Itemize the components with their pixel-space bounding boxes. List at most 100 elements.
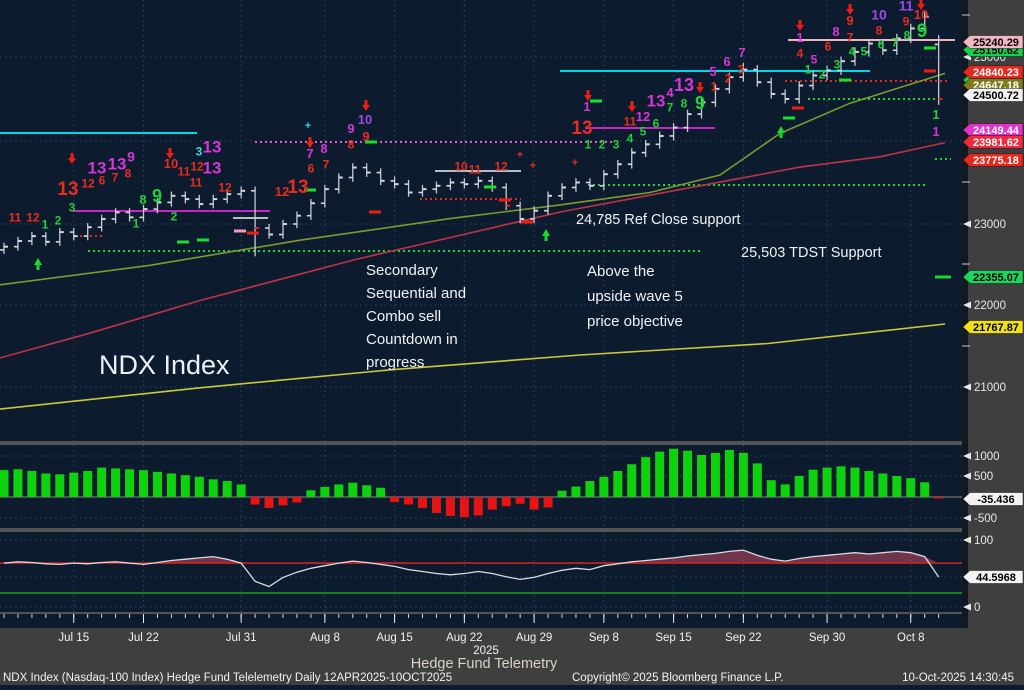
footer-timestamp: 10-Oct-2025 14:30:45 (902, 672, 1014, 684)
bloomberg-chart-window: 1112123131267813139891210111231313111212… (0, 0, 1024, 690)
svg-text:6: 6 (878, 38, 885, 52)
svg-text:-35.436: -35.436 (977, 494, 1014, 506)
svg-text:12: 12 (26, 211, 40, 225)
svg-text:7: 7 (847, 31, 854, 45)
svg-text:+: + (530, 160, 536, 172)
svg-text:-500: -500 (974, 513, 997, 525)
panel-separator-2 (0, 528, 962, 532)
svg-text:11: 11 (624, 115, 637, 129)
svg-text:Aug 22: Aug 22 (446, 632, 482, 644)
svg-text:25240.29: 25240.29 (973, 37, 1019, 49)
svg-text:1000: 1000 (974, 451, 1000, 463)
svg-text:Aug 15: Aug 15 (376, 632, 412, 644)
bottom-edge-strip (0, 685, 1024, 690)
svg-text:21000: 21000 (974, 382, 1006, 394)
svg-text:7: 7 (738, 45, 745, 60)
svg-text:5: 5 (811, 53, 818, 67)
svg-text:100: 100 (974, 535, 993, 547)
svg-text:13: 13 (647, 91, 666, 110)
svg-text:23981.62: 23981.62 (973, 137, 1019, 149)
svg-text:24500.72: 24500.72 (973, 90, 1019, 102)
wave-objective-annotation: Above the upside wave 5 price objective (587, 259, 683, 334)
svg-text:10: 10 (454, 160, 468, 174)
svg-text:12: 12 (81, 177, 95, 191)
svg-text:1: 1 (932, 107, 939, 122)
svg-text:6: 6 (723, 54, 730, 69)
svg-text:13: 13 (57, 179, 78, 200)
svg-text:+: + (572, 157, 578, 169)
svg-text:7: 7 (667, 101, 674, 115)
svg-text:8: 8 (904, 29, 911, 43)
svg-text:10: 10 (164, 156, 178, 171)
svg-text:4: 4 (849, 45, 856, 59)
svg-text:4: 4 (797, 47, 804, 61)
panel-separator-1 (0, 441, 962, 445)
svg-text:3: 3 (738, 63, 745, 77)
svg-text:1: 1 (805, 63, 812, 77)
panel-separator-3 (0, 612, 962, 614)
svg-text:12: 12 (218, 181, 232, 195)
svg-text:8: 8 (348, 138, 355, 152)
svg-text:0: 0 (974, 602, 980, 614)
svg-text:22355.07: 22355.07 (973, 272, 1019, 284)
svg-text:13: 13 (571, 118, 592, 139)
svg-text:9: 9 (152, 186, 162, 206)
svg-text:13: 13 (674, 75, 694, 95)
svg-text:9: 9 (347, 121, 354, 136)
svg-text:7: 7 (306, 146, 313, 161)
countdown-commentary: Secondary Sequential and Combo sell Coun… (366, 259, 466, 374)
svg-text:11: 11 (899, 0, 914, 13)
svg-text:Aug 8: Aug 8 (310, 632, 340, 644)
svg-text:Jul 15: Jul 15 (58, 632, 89, 644)
svg-text:1: 1 (42, 218, 49, 232)
svg-text:7: 7 (892, 36, 899, 50)
svg-text:1: 1 (932, 124, 939, 139)
svg-text:6: 6 (825, 40, 832, 54)
svg-text:2: 2 (599, 138, 606, 152)
svg-text:9: 9 (695, 93, 705, 113)
footer-copyright: Copyright© 2025 Bloomberg Finance L.P. (572, 672, 784, 684)
svg-text:4: 4 (627, 132, 634, 146)
chart-canvas[interactable]: 1112123131267813139891210111231313111212… (0, 0, 1024, 690)
svg-text:2: 2 (725, 72, 732, 86)
svg-text:9: 9 (903, 15, 910, 29)
svg-text:9: 9 (362, 129, 369, 144)
tdst-support-annotation: 25,503 TDST Support (741, 245, 882, 261)
svg-text:Oct 8: Oct 8 (897, 632, 924, 644)
svg-text:Jul 31: Jul 31 (226, 632, 257, 644)
svg-text:2: 2 (819, 68, 826, 82)
svg-text:8: 8 (832, 24, 839, 39)
svg-text:1: 1 (711, 80, 718, 94)
svg-text:Sep 15: Sep 15 (655, 632, 691, 644)
svg-text:24149.44: 24149.44 (973, 125, 1020, 137)
svg-text:22000: 22000 (974, 300, 1006, 312)
svg-text:Aug 29: Aug 29 (516, 632, 552, 644)
svg-text:6: 6 (653, 117, 660, 131)
svg-text:8: 8 (876, 24, 883, 38)
svg-text:23775.18: 23775.18 (973, 155, 1019, 167)
svg-text:21767.87: 21767.87 (973, 322, 1019, 334)
svg-text:3: 3 (834, 58, 841, 72)
svg-text:23000: 23000 (974, 219, 1006, 231)
svg-text:10: 10 (914, 7, 928, 22)
svg-text:12: 12 (494, 160, 508, 174)
svg-text:12: 12 (636, 109, 650, 124)
svg-text:9: 9 (917, 21, 928, 42)
svg-text:5: 5 (709, 64, 716, 79)
svg-text:1: 1 (585, 138, 592, 152)
svg-text:Sep 30: Sep 30 (809, 632, 845, 644)
svg-text:5: 5 (640, 125, 647, 139)
svg-text:1: 1 (133, 217, 140, 231)
svg-text:44.5968: 44.5968 (976, 572, 1016, 584)
svg-text:24840.23: 24840.23 (973, 67, 1019, 79)
svg-text:500: 500 (974, 471, 993, 483)
svg-text:Jul 22: Jul 22 (128, 632, 159, 644)
svg-text:5: 5 (861, 45, 868, 59)
svg-text:6: 6 (308, 162, 315, 176)
svg-text:11: 11 (9, 211, 22, 225)
svg-text:13: 13 (287, 177, 308, 198)
instrument-label: NDX Index (99, 350, 230, 381)
svg-text:3: 3 (613, 138, 620, 152)
svg-text:3: 3 (69, 201, 76, 215)
footer-chart-title: NDX Index (Nasdaq-100 Index) Hedge Fund … (3, 672, 452, 684)
